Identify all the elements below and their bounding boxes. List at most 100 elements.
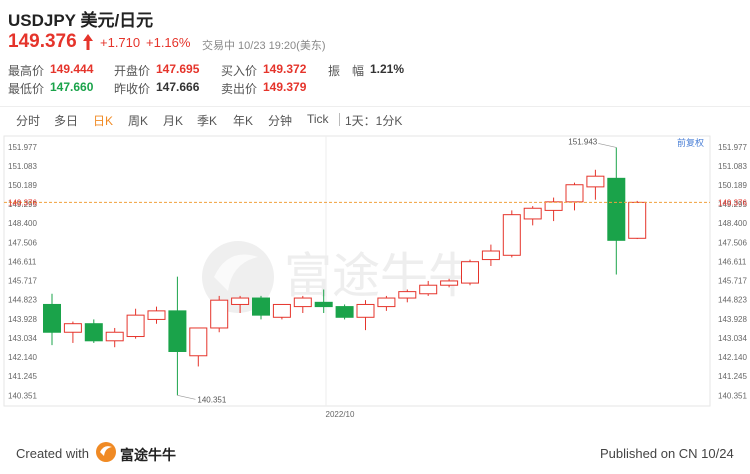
tab-1day-1min[interactable]: 1天：1分K [345,112,402,129]
stat-value-high: 149.444 [50,62,94,76]
candle-body [523,207,542,220]
low-pointer [177,394,196,400]
y-tick-label-right: 146.611 [718,257,747,266]
tab-intraday[interactable]: 分时 [16,112,40,129]
candle-body [481,250,500,261]
price-change: +1.710 [100,35,141,50]
stat-label-high: 最高价 [8,64,45,78]
y-tick-label-left: 148.400 [8,219,37,228]
watermark: 富途牛牛 [284,248,476,304]
candle-body [231,297,250,305]
y-tick-label-right: 143.034 [718,334,747,343]
candlestick-chart: 151.977 151.977 151.083 151.083 150.189 150.1… [3,135,747,419]
stat-value-open: 147.695 [156,62,200,76]
candle [84,319,103,343]
candle-body [252,297,270,316]
y-tick-label-right: 141.245 [718,372,747,381]
stat-label-open: 开盘价 [114,64,151,78]
candle-body [607,177,626,241]
y-tick-label-left: 151.977 [8,143,37,152]
candle-body [314,301,333,308]
candle-body [544,201,563,211]
candle-body [628,201,647,239]
stat-label-bid: 买入价 [221,64,258,78]
tab-daily-k[interactable]: 日K [93,112,113,129]
candle-body [126,314,145,338]
footer-created-label: Created with [16,446,89,461]
candle-body [105,331,124,342]
tab-multi-day[interactable]: 多日 [54,112,78,129]
current-price-label-right: 149.376 [718,198,747,207]
candle [502,210,521,258]
y-tick-label-right: 143.928 [718,315,747,324]
candle [586,169,605,200]
tab-weekly-k[interactable]: 周K [128,112,148,129]
candle-body [586,175,605,188]
y-tick-label-right: 142.140 [718,353,747,362]
tab-minute[interactable]: 分钟 [268,112,292,129]
current-price-label-left: 149.376 [8,198,37,207]
y-tick-label-right: 150.189 [718,181,747,190]
candle [126,308,145,339]
candle-body [293,297,312,308]
y-tick-label-left: 150.189 [8,181,37,190]
candle-body [189,327,208,357]
candle-body [377,297,396,308]
y-tick-label-left: 146.611 [8,257,37,266]
candle-body [63,323,82,333]
tab-tick[interactable]: Tick [307,112,329,126]
page-title: USDJPY 美元/日元 [8,11,154,30]
y-tick-label-left: 141.245 [8,372,37,381]
candle-body [440,280,459,286]
candle-body [419,284,438,295]
trading-status: 交易中 10/23 19:20(美东) [202,40,326,52]
candle [147,306,166,324]
y-tick-label-left: 151.083 [8,162,37,171]
y-tick-label-right: 140.351 [718,391,747,400]
stat-label-ask: 卖出价 [221,82,258,96]
candle [481,244,500,266]
candle [335,304,354,320]
candle [63,321,82,343]
candle [523,206,542,226]
stat-value-prev-close: 147.666 [156,80,200,94]
y-tick-label-left: 144.823 [8,296,37,305]
tab-monthly-k[interactable]: 月K [163,112,183,129]
footer-brand: 富途牛牛 [120,447,176,463]
tab-yearly-k[interactable]: 年K [233,112,253,129]
y-tick-label-left: 143.034 [8,334,37,343]
y-tick-label-right: 145.717 [718,277,747,286]
candle [43,293,61,346]
y-tick-label-right: 144.823 [718,296,747,305]
chart-period-tabs: 分时 多日 日K 周K 月K 季K 年K 分钟 Tick 1天：1分K [0,106,750,131]
price-change-percent: +1.16% [146,35,191,50]
stat-label-prev-close: 昨收价 [114,82,151,96]
candle-body [461,261,479,284]
arrow-up-icon [83,34,93,50]
candle-body [147,310,166,320]
tab-divider [339,113,340,126]
candle [356,300,375,331]
candle-body [356,303,375,318]
futu-logo-icon [96,442,116,462]
y-tick-label-left: 143.928 [8,315,37,324]
candle-body [43,303,61,333]
y-tick-label-left: 140.351 [8,391,37,400]
candle [565,182,584,211]
y-tick-label-right: 151.083 [718,162,747,171]
candle [377,295,396,311]
candle-body [398,291,417,299]
x-tick-label: 2022/10 [326,410,355,419]
candle [210,295,229,333]
candle-body [502,214,521,256]
candle-body [210,299,229,329]
high-pointer [598,143,617,148]
tab-quarterly-k[interactable]: 季K [197,112,217,129]
candle [189,327,208,367]
y-tick-label-right: 151.977 [718,143,747,152]
y-tick-label-left: 147.506 [8,238,37,247]
stat-value-ask: 149.379 [263,80,307,94]
candle [272,303,291,320]
y-tick-label-right: 147.506 [718,238,747,247]
candle [544,197,563,222]
